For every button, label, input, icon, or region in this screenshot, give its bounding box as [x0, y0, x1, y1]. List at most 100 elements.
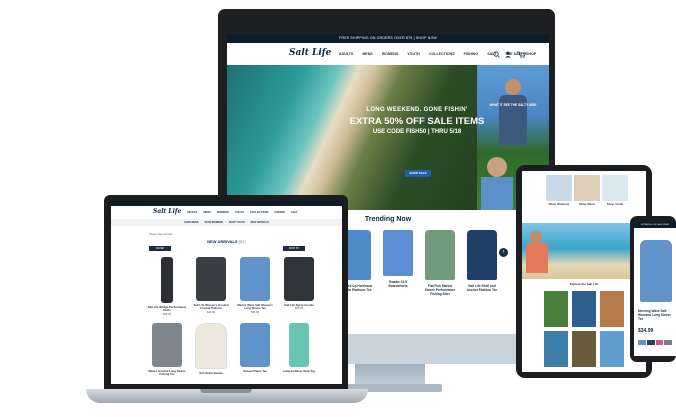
trending-product[interactable]: Salt Life Shell and Anchor Fashion Tee — [465, 230, 499, 292]
category-tile-image[interactable] — [574, 175, 600, 201]
product-image — [240, 323, 270, 367]
hero-line-1: LONG WEEKEND. GONE FISHIN' — [366, 107, 468, 113]
color-swatch[interactable] — [646, 340, 655, 345]
shop-sale-button[interactable]: SHOP SALE — [405, 170, 431, 177]
product-name: Sun Shine Beanie — [199, 371, 223, 375]
gallery-tile[interactable] — [572, 331, 596, 367]
product-name: Roadie 13.5 Boardshorts — [388, 280, 408, 288]
product-name: Salt Life Women's Hooded Crochet Pullove… — [193, 303, 229, 311]
nav-item-collections[interactable]: COLLECTIONS — [429, 52, 455, 56]
category-tile-label[interactable]: Shop Mens — [572, 202, 602, 207]
search-icon[interactable] — [493, 51, 500, 58]
breadcrumb[interactable]: Home / New Arrivals — [149, 233, 173, 236]
subnav-shop-youth[interactable]: SHOP YOUTH — [229, 219, 245, 226]
product-image — [289, 323, 309, 367]
product-image — [284, 257, 314, 301]
gallery-tile[interactable] — [572, 291, 596, 327]
tablet-beach-banner[interactable] — [522, 223, 646, 279]
gallery-tile[interactable] — [600, 331, 624, 367]
category-tile-label[interactable]: Shop Youth — [600, 202, 630, 207]
color-swatch[interactable] — [655, 340, 664, 345]
header-icons — [493, 51, 527, 58]
product-card[interactable]: Salt Life Spray Hoodie $59.99 — [279, 257, 319, 310]
product-card[interactable]: Sunset Palms Tee — [235, 323, 275, 373]
filter-button[interactable]: FILTER — [149, 246, 171, 251]
product-image — [161, 257, 173, 303]
laptop-promo-bar — [111, 201, 342, 206]
nav-item-fishing[interactable]: FISHING — [274, 211, 285, 214]
phone-promo-bar[interactable]: EXTRA 50% OFF SALE ITEMS — [634, 222, 676, 228]
subnav-shop-womens[interactable]: SHOP WOMENS — [204, 219, 222, 226]
trending-product[interactable]: Flat Fish Marina Sleeve Performance Fish… — [423, 230, 457, 296]
nav-item-adults[interactable]: ADULTS — [339, 52, 353, 56]
laptop-hinge-notch — [200, 389, 252, 393]
gallery-tile[interactable] — [600, 291, 624, 327]
nav-item-salt[interactable]: SALT — [291, 211, 298, 214]
color-swatch[interactable] — [638, 340, 646, 345]
cart-icon[interactable] — [517, 51, 527, 58]
tablet-screen: Shop Womens Shop Mens Shop Youth Explore… — [522, 171, 646, 372]
product-price: $49.99 — [207, 310, 215, 314]
phone-color-swatches — [638, 340, 672, 345]
nav-item-mens[interactable]: MENS — [362, 52, 372, 56]
product-image — [383, 230, 413, 276]
site-logo[interactable]: Salt Life — [289, 48, 331, 58]
product-name: Salt Life Bridge Performance Pants — [147, 305, 187, 313]
phone-product-price: $34.99 — [638, 328, 654, 334]
product-name: Marine Wave Salt Womens Long Sleeve Tee — [237, 303, 273, 311]
product-card[interactable]: Waves Hooded Long Sleeve Fishing Tee — [147, 323, 187, 377]
category-tile-image[interactable] — [546, 175, 572, 201]
color-swatch[interactable] — [664, 340, 672, 345]
product-card[interactable]: Lettered Racer Tank Top — [279, 323, 319, 373]
subnav-new-arrivals[interactable]: NEW ARRIVALS — [251, 219, 269, 226]
laptop-logo[interactable]: Salt Life — [153, 208, 181, 215]
nav-item-womens[interactable]: WOMENS — [217, 211, 229, 214]
nav-item-fishing[interactable]: FISHING — [464, 52, 479, 56]
product-card[interactable]: Sun Shine Beanie — [191, 323, 231, 375]
hero-side-text: WHAT IT SEE THE SALTY SIDE — [489, 103, 537, 107]
product-image — [467, 230, 497, 280]
product-name: Lettered Racer Tank Top — [282, 369, 316, 373]
gallery-tile[interactable] — [544, 291, 568, 327]
carousel-next-icon[interactable]: › — [499, 248, 508, 257]
nav-item-womens[interactable]: WOMENS — [382, 52, 399, 56]
category-tile-label[interactable]: Shop Womens — [544, 202, 574, 207]
phone-product-name: Morning Wave Salt Womens Long Sleeve Tee — [638, 309, 671, 321]
laptop-nav: ADULTS MENS WOMENS YOUTH COLLECTIONS FIS… — [187, 211, 298, 214]
subnav-shop-mens[interactable]: SHOP MENS — [184, 219, 198, 226]
nav-item-youth[interactable]: YOUTH — [235, 211, 244, 214]
site-header: Salt Life ADULTS MENS WOMENS YOUTH COLLE… — [227, 43, 549, 65]
product-image — [240, 257, 270, 301]
page-title: NEW ARRIVALS (52) — [207, 239, 246, 244]
result-count: (52) — [238, 239, 246, 244]
product-card[interactable]: Salt Life Bridge Performance Pants $69.9… — [147, 257, 187, 316]
product-price: $69.99 — [163, 312, 171, 316]
phone-screen: EXTRA 50% OFF SALE ITEMS Morning Wave Sa… — [634, 222, 676, 356]
sort-button[interactable]: SORT BY — [283, 246, 305, 251]
hero-banner[interactable]: WHAT IT SEE THE SALTY SIDE LONG WEEKEND.… — [227, 65, 549, 210]
account-icon[interactable] — [505, 51, 511, 58]
product-card[interactable]: Salt Life Women's Hooded Crochet Pullove… — [191, 257, 231, 314]
product-name: Sunset Palms Tee — [243, 369, 267, 373]
nav-item-mens[interactable]: MENS — [203, 211, 211, 214]
trending-product[interactable]: Roadie 13.5 Boardshorts — [381, 230, 415, 288]
promo-banner[interactable]: FREE SHIPPING ON ORDERS OVER $75 | SHOP … — [227, 34, 549, 43]
laptop-screen: Salt Life ADULTS MENS WOMENS YOUTH COLLE… — [111, 201, 342, 384]
product-name: Waves Hooded Long Sleeve Fishing Tee — [148, 369, 186, 377]
hero-beach-image — [227, 65, 477, 210]
product-name: Salt Life Shell and Anchor Fashion Tee — [466, 284, 498, 292]
nav-item-adults[interactable]: ADULTS — [187, 211, 197, 214]
phone-product-image[interactable] — [640, 240, 672, 302]
product-image — [196, 257, 226, 301]
product-card[interactable]: Marine Wave Salt Womens Long Sleeve Tee … — [235, 257, 275, 314]
hero-line-3: USE CODE FISH50 | THRU 5/18 — [372, 129, 462, 135]
product-price: $59.99 — [295, 307, 303, 311]
product-image — [152, 323, 182, 367]
hero-line-2: EXTRA 50% OFF SALE ITEMS — [349, 116, 485, 127]
product-image — [195, 323, 227, 369]
gallery-tile[interactable] — [544, 331, 568, 367]
category-tile-image[interactable] — [602, 175, 628, 201]
nav-item-youth[interactable]: YOUTH — [407, 52, 420, 56]
nav-item-collections[interactable]: COLLECTIONS — [250, 211, 269, 214]
product-price: $34.99 — [251, 310, 259, 314]
